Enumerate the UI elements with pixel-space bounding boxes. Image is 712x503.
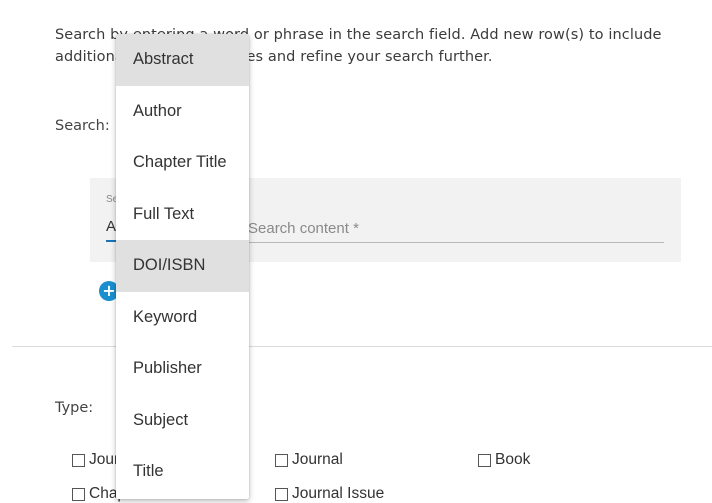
checkbox-icon[interactable] (275, 487, 288, 501)
advanced-search-page: Search by entering a word or phrase in t… (0, 0, 712, 503)
type-checkbox-label: Journal (292, 451, 343, 468)
type-checkbox-label: Journal Issue (292, 485, 385, 502)
type-checkbox-journal[interactable]: Journal (275, 451, 343, 469)
type-checkbox-book[interactable]: Book (478, 451, 530, 469)
menu-item-publisher[interactable]: Publisher (116, 343, 249, 395)
menu-item-full-text[interactable]: Full Text (116, 189, 249, 241)
menu-item-keyword[interactable]: Keyword (116, 292, 249, 344)
menu-item-author[interactable]: Author (116, 86, 249, 138)
search-label: Search: (55, 118, 110, 134)
type-checkbox-label: Book (495, 451, 531, 468)
search-field-dropdown-menu: Abstract Author Chapter Title Full Text … (116, 34, 249, 499)
checkbox-icon[interactable] (72, 487, 85, 501)
menu-item-abstract[interactable]: Abstract (116, 34, 249, 86)
menu-item-chapter-title[interactable]: Chapter Title (116, 137, 249, 189)
checkbox-icon[interactable] (72, 453, 85, 467)
search-content-input[interactable] (248, 214, 664, 243)
checkbox-icon[interactable] (478, 453, 491, 467)
menu-item-subject[interactable]: Subject (116, 395, 249, 447)
menu-item-title[interactable]: Title (116, 446, 249, 498)
menu-item-doi-isbn[interactable]: DOI/ISBN (116, 240, 249, 292)
type-label: Type: (55, 400, 94, 416)
checkbox-icon[interactable] (275, 453, 288, 467)
type-checkbox-journal-issue[interactable]: Journal Issue (275, 485, 384, 503)
